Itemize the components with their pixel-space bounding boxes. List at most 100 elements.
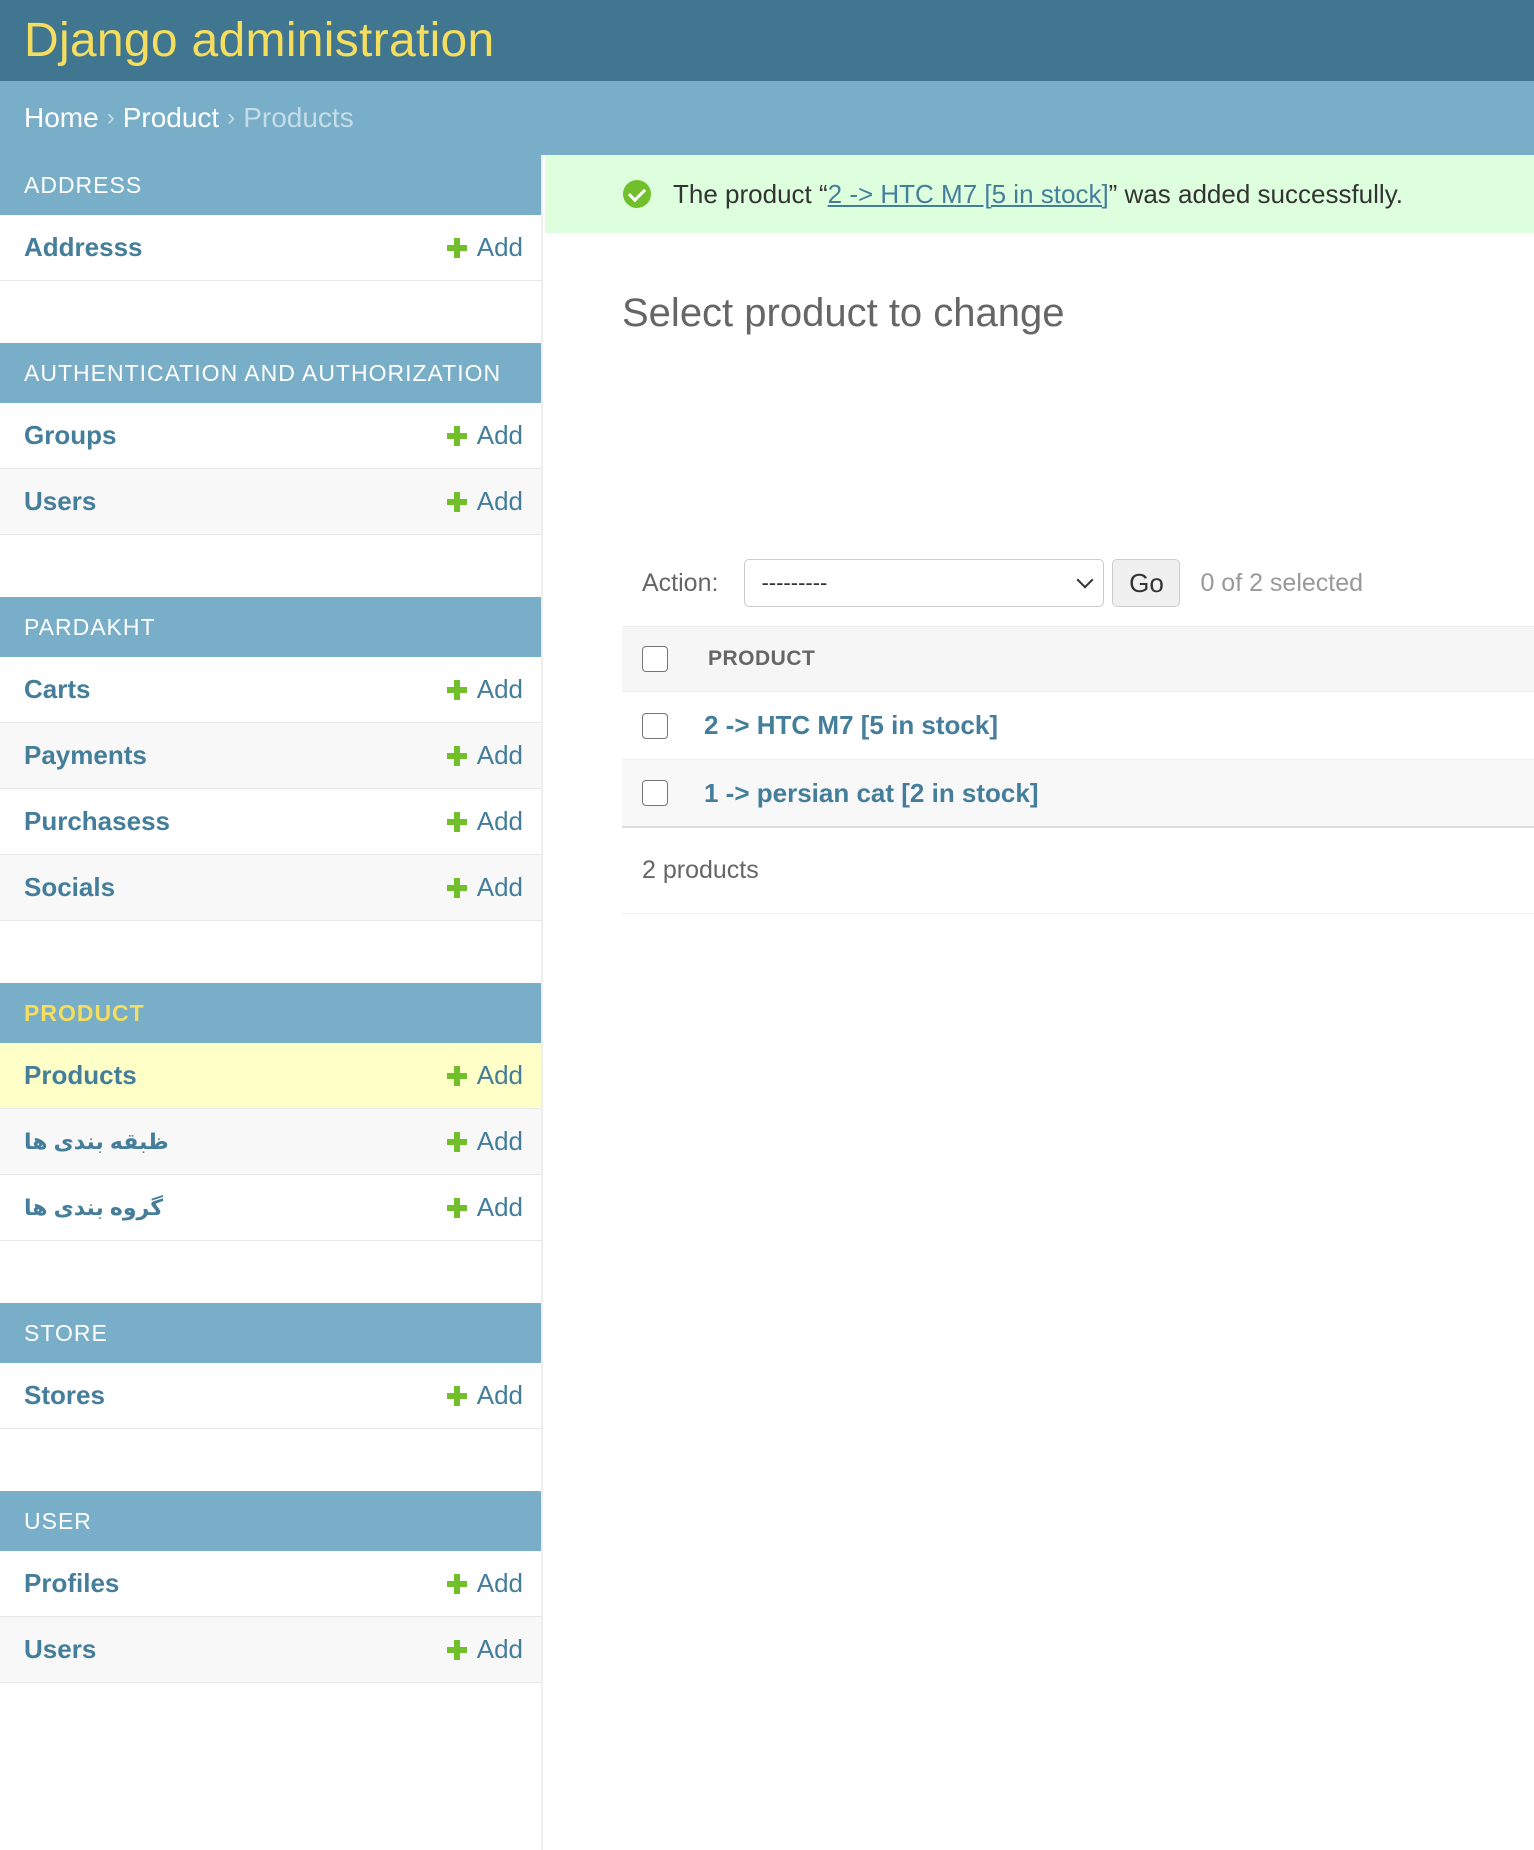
model-link[interactable]: Products — [24, 1060, 137, 1091]
module-store: Store Stores Add — [0, 1303, 541, 1429]
sidebar-item-groupings: گروه بندی ها Add — [0, 1175, 541, 1241]
plus-icon — [446, 811, 467, 832]
add-label: Add — [476, 872, 523, 902]
page-title: Select product to change — [622, 291, 1065, 335]
model-link[interactable]: Socials — [24, 872, 115, 903]
row-link[interactable]: 1 -> persian cat [2 in stock] — [704, 778, 1039, 809]
plus-icon — [446, 1197, 467, 1218]
model-link[interactable]: Payments — [24, 740, 147, 771]
model-link[interactable]: Addresss — [24, 232, 143, 263]
message-text: The product “2 -> HTC M7 [5 in stock]” w… — [673, 179, 1403, 210]
module-caption[interactable]: Store — [0, 1303, 541, 1363]
sidebar-item-users: Users Add — [0, 1617, 541, 1683]
action-select[interactable]: --------- — [744, 559, 1105, 607]
plus-icon — [446, 1385, 467, 1406]
model-link[interactable]: Carts — [24, 674, 90, 705]
module-caption[interactable]: Address — [0, 155, 541, 215]
sidebar-item-purchasess: Purchasess Add — [0, 789, 541, 855]
add-link[interactable]: Add — [446, 806, 523, 837]
site-header: Django administration — [0, 0, 1534, 81]
sidebar-item-users: Users Add — [0, 469, 541, 535]
add-link[interactable]: Add — [446, 740, 523, 771]
message-prefix: The product “ — [673, 178, 828, 209]
result-list: PRODUCT 2 -> HTC M7 [5 in stock] 1 -> pe… — [622, 626, 1534, 914]
add-label: Add — [476, 1380, 523, 1410]
model-link[interactable]: گروه بندی ها — [24, 1195, 163, 1221]
select-all-checkbox[interactable] — [642, 646, 668, 672]
sidebar-item-profiles: Profiles Add — [0, 1551, 541, 1617]
row-link[interactable]: 2 -> HTC M7 [5 in stock] — [704, 710, 998, 741]
sidebar-item-products: Products Add — [0, 1043, 541, 1109]
module-caption[interactable]: Authentication and Authorization — [0, 343, 541, 403]
sidebar-item-socials: Socials Add — [0, 855, 541, 921]
add-link[interactable]: Add — [446, 1126, 523, 1157]
add-label: Add — [476, 806, 523, 836]
plus-icon — [446, 679, 467, 700]
add-label: Add — [476, 1126, 523, 1156]
model-link[interactable]: Purchasess — [24, 806, 170, 837]
sidebar-item-addresss: Addresss Add — [0, 215, 541, 281]
paginator: 2 products — [622, 828, 1534, 914]
model-link[interactable]: Groups — [24, 420, 116, 451]
site-brand[interactable]: Django administration — [24, 13, 495, 68]
module-caption[interactable]: User — [0, 1491, 541, 1551]
add-label: Add — [476, 1568, 523, 1598]
sidebar-item-groups: Groups Add — [0, 403, 541, 469]
add-link[interactable]: Add — [446, 1634, 523, 1665]
plus-icon — [446, 745, 467, 766]
action-counter: 0 of 2 selected — [1200, 568, 1364, 597]
table-row: 2 -> HTC M7 [5 in stock] — [622, 692, 1534, 760]
add-link[interactable]: Add — [446, 420, 523, 451]
plus-icon — [446, 1639, 467, 1660]
add-link[interactable]: Add — [446, 1060, 523, 1091]
model-link[interactable]: Users — [24, 1634, 96, 1665]
model-link[interactable]: ظبقه بندی ها — [24, 1129, 169, 1155]
breadcrumb-current: Products — [243, 102, 354, 133]
add-link[interactable]: Add — [446, 486, 523, 517]
breadcrumb-home[interactable]: Home — [24, 102, 99, 134]
module-pardakht: Pardakht Carts Add Payments Add Purchase… — [0, 597, 541, 921]
add-label: Add — [476, 232, 523, 262]
message-link[interactable]: 2 -> HTC M7 [5 in stock] — [828, 179, 1109, 209]
sidebar-item-carts: Carts Add — [0, 657, 541, 723]
add-label: Add — [476, 486, 523, 516]
add-link[interactable]: Add — [446, 1192, 523, 1223]
checkmark-icon — [623, 180, 651, 208]
model-link[interactable]: Users — [24, 486, 96, 517]
add-label: Add — [476, 420, 523, 450]
add-link[interactable]: Add — [446, 1568, 523, 1599]
plus-icon — [446, 1065, 467, 1086]
add-link[interactable]: Add — [446, 674, 523, 705]
breadcrumb: Home › Product › Products — [0, 81, 1534, 155]
add-label: Add — [476, 674, 523, 704]
row-checkbox[interactable] — [642, 780, 668, 806]
breadcrumb-separator: › — [106, 104, 115, 131]
column-header-product[interactable]: PRODUCT — [708, 647, 815, 671]
add-link[interactable]: Add — [446, 1380, 523, 1411]
go-button[interactable]: Go — [1112, 559, 1181, 607]
chevron-down-icon — [1076, 571, 1094, 589]
actions-bar: Action: --------- Go 0 of 2 selected — [622, 547, 1534, 619]
module-caption[interactable]: Product — [0, 983, 541, 1043]
action-label: Action: — [642, 568, 719, 597]
message-suffix: ” was added successfully. — [1108, 178, 1403, 209]
add-label: Add — [476, 1192, 523, 1222]
module-caption[interactable]: Pardakht — [0, 597, 541, 657]
model-link[interactable]: Stores — [24, 1380, 105, 1411]
module-product: Product Products Add ظبقه بندی ها Add گر… — [0, 983, 541, 1241]
plus-icon — [446, 1573, 467, 1594]
add-link[interactable]: Add — [446, 232, 523, 263]
plus-icon — [446, 1131, 467, 1152]
plus-icon — [446, 237, 467, 258]
success-message: The product “2 -> HTC M7 [5 in stock]” w… — [545, 155, 1534, 233]
model-link[interactable]: Profiles — [24, 1568, 119, 1599]
sidebar-item-stores: Stores Add — [0, 1363, 541, 1429]
module-auth: Authentication and Authorization Groups … — [0, 343, 541, 535]
breadcrumb-product[interactable]: Product — [123, 102, 220, 134]
row-checkbox[interactable] — [642, 712, 668, 739]
add-label: Add — [476, 1060, 523, 1090]
add-label: Add — [476, 740, 523, 770]
table-header: PRODUCT — [622, 626, 1534, 692]
module-user: User Profiles Add Users Add — [0, 1491, 541, 1683]
add-link[interactable]: Add — [446, 872, 523, 903]
